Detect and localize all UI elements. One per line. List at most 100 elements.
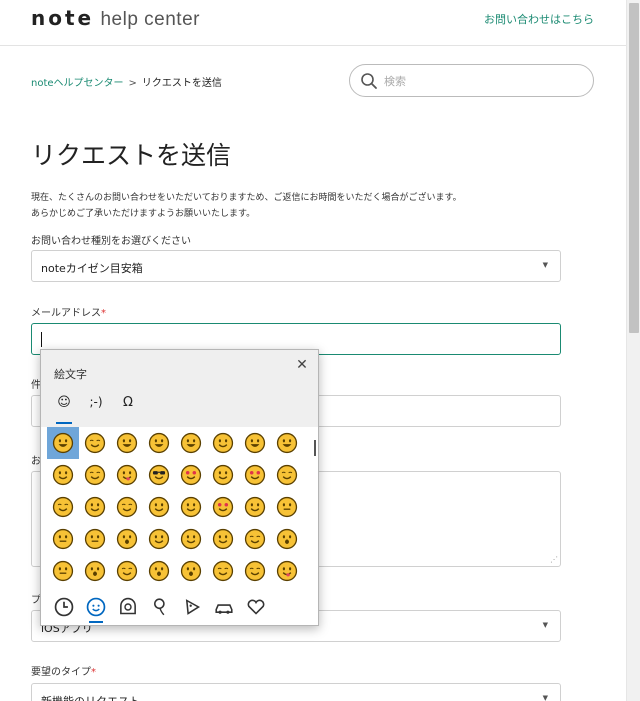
emoji-face-icon [244,528,266,550]
emoji-persevere-icon[interactable] [207,523,239,555]
scrollbar-thumb[interactable] [629,3,639,333]
people-icon[interactable] [115,594,141,620]
emoji-grimace-icon[interactable] [79,427,111,459]
notice-line-1: 現在、たくさんのお問い合わせをいただいておりますため、ご返信にお時間をいただく場… [31,193,462,203]
emoji-face-icon [212,496,234,518]
emoji-wink-icon[interactable] [47,459,79,491]
request-type-value: 新機能のリクエスト [41,693,140,701]
resize-grip-icon[interactable]: ⋰ [550,556,558,564]
emoji-hearts-icon[interactable] [239,459,271,491]
emoji-face-icon [276,528,298,550]
contact-link[interactable]: お問い合わせはこちら [484,11,594,27]
emoji-sleeping-icon[interactable] [207,555,239,587]
emoji-hug2-icon[interactable] [175,491,207,523]
search-icon [361,73,377,89]
smiley-icon[interactable] [83,594,109,623]
page-scrollbar[interactable] [626,0,640,701]
emoji-smile-icon[interactable] [207,427,239,459]
emoji-face-icon [276,560,298,582]
emoji-think-icon[interactable] [239,491,271,523]
emoji-hug-icon[interactable] [79,491,111,523]
emoji-face-icon [244,464,266,486]
emoji-face-icon [276,496,298,518]
emoji-open-mouth-icon[interactable] [271,523,303,555]
close-icon[interactable]: ✕ [294,357,310,373]
emoji-expressionless-icon[interactable] [79,523,111,555]
emoji-face-icon [148,464,170,486]
tab-emoji[interactable]: ☺ [50,395,78,425]
breadcrumb-home-link[interactable]: noteヘルプセンター [31,78,124,89]
emoji-tired-icon[interactable] [143,555,175,587]
breadcrumb-current: リクエストを送信 [141,78,222,89]
emoji-grin-icon[interactable] [47,427,79,459]
emoji-face-icon [148,528,170,550]
balloon-icon[interactable] [147,594,173,620]
emoji-face-icon [84,528,106,550]
emoji-rofl-icon[interactable] [143,427,175,459]
emoji-joy-icon[interactable] [111,427,143,459]
search-input[interactable]: 検索 [349,64,594,97]
emoji-face-icon [84,464,106,486]
emoji-tongue-icon[interactable] [271,555,303,587]
page-title: リクエストを送信 [31,141,232,170]
chevron-down-icon: ▼ [542,621,548,629]
car-icon[interactable] [211,594,237,620]
email-label: メールアドレス* [31,304,106,319]
emoji-face-icon [148,496,170,518]
emoji-face-icon [148,432,170,454]
emoji-zipper-icon[interactable] [47,555,79,587]
emoji-face-icon [276,464,298,486]
site-logo[interactable]: note help center [31,6,200,31]
emoji-sleepy-icon[interactable] [111,555,143,587]
emoji-face-icon [180,528,202,550]
emoji-sweat-smile-icon[interactable] [239,427,271,459]
emoji-face-icon [52,496,74,518]
emoji-blush2-icon[interactable] [111,491,143,523]
emoji-face-icon [180,464,202,486]
pizza-icon[interactable] [179,594,205,620]
text-cursor [41,332,42,347]
emoji-neutral-icon[interactable] [47,523,79,555]
search-placeholder: 検索 [384,75,406,88]
emoji-heart-eyes-icon[interactable] [175,459,207,491]
emoji-face-icon [180,560,202,582]
emoji-face-icon [244,432,266,454]
emoji-smirk-icon[interactable] [175,523,207,555]
emoji-face-icon [276,432,298,454]
request-type-label-text: 要望のタイプ [31,667,91,678]
emoji-kiss-icon[interactable] [207,459,239,491]
emoji-face-icon [116,432,138,454]
emoji-slight-smile-icon[interactable] [143,491,175,523]
emoji-smile-plain-icon[interactable] [271,459,303,491]
emoji-eye-roll-icon[interactable] [143,523,175,555]
emoji-face-icon [180,496,202,518]
inquiry-type-select[interactable]: noteカイゼン目安箱 ▼ [31,250,561,282]
emoji-yum-icon[interactable] [111,459,143,491]
emoji-smiley-icon[interactable] [175,427,207,459]
clock-icon[interactable] [51,594,77,620]
emoji-face-icon [180,432,202,454]
emoji-face-icon [84,496,106,518]
emoji-neutral2-icon[interactable] [271,491,303,523]
emoji-relaxed-icon[interactable] [47,491,79,523]
emoji-no-mouth-icon[interactable] [111,523,143,555]
emoji-hushed-icon[interactable] [79,555,111,587]
emoji-disappointed-relieved-icon[interactable] [239,523,271,555]
emoji-yawn-icon[interactable] [175,555,207,587]
emoji-face-icon [244,496,266,518]
emoji-face-icon [52,464,74,486]
heart-icon[interactable] [243,594,269,620]
emoji-star-eyes-icon[interactable] [207,491,239,523]
emoji-relieved-icon[interactable] [239,555,271,587]
emoji-blush-icon[interactable] [79,459,111,491]
tab-kaomoji[interactable]: ;-) [82,395,110,425]
required-mark: * [91,667,96,678]
chevron-down-icon: ▼ [542,261,548,269]
emoji-face-icon [116,496,138,518]
request-type-label: 要望のタイプ* [31,663,96,678]
emoji-sunglasses-icon[interactable] [143,459,175,491]
request-type-select[interactable]: 新機能のリクエスト ▼ [31,683,561,701]
emoji-laughing-icon[interactable] [271,427,303,459]
tab-symbols[interactable]: Ω [114,395,142,425]
emoji-grid-scrollbar[interactable] [314,440,316,456]
